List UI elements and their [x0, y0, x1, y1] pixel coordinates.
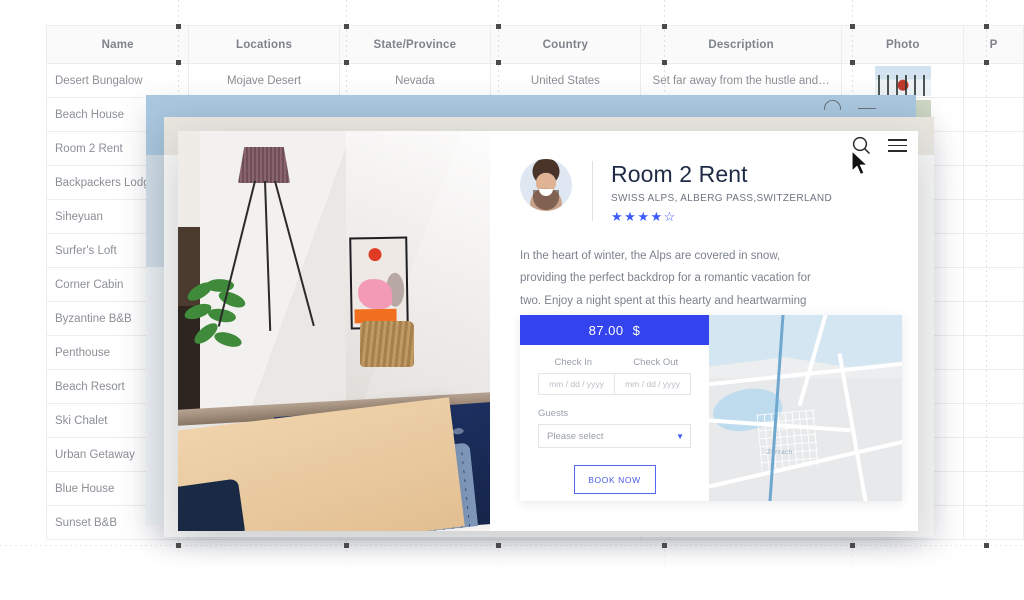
cell-partial: [963, 233, 1024, 268]
detail-panel: Room 2 Rent SWISS ALPS, ALBERG PASS,SWIT…: [490, 131, 918, 531]
cell-location: Mojave Desert: [188, 63, 340, 98]
winter-cabin-thumbnail[interactable]: [874, 65, 931, 96]
mouse-pointer-cursor: [850, 149, 870, 183]
column-header-partial[interactable]: P: [963, 25, 1024, 64]
column-header-state[interactable]: State/Province: [338, 25, 492, 64]
guide-handle[interactable]: [850, 60, 855, 65]
cell-partial: [963, 63, 1024, 98]
guide-handle[interactable]: [344, 24, 349, 29]
booking-form[interactable]: 87.00 $ Check In Check Out mm / dd / yyy…: [520, 315, 709, 501]
guide-handle[interactable]: [496, 60, 501, 65]
hamburger-menu-icon[interactable]: [888, 139, 907, 152]
column-header-name[interactable]: Name: [45, 25, 190, 64]
guests-label: Guests: [538, 408, 569, 419]
guide-handle[interactable]: [984, 60, 989, 65]
guide-handle[interactable]: [662, 60, 667, 65]
cell-partial: [963, 267, 1024, 302]
cell-partial: [963, 97, 1024, 132]
cell-partial: [963, 471, 1024, 506]
column-header-description[interactable]: Description: [639, 25, 843, 64]
table-header-row: Name Locations State/Province Country De…: [45, 25, 1024, 64]
guide-handle[interactable]: [344, 60, 349, 65]
cell-partial: [963, 131, 1024, 166]
hero-photo: [178, 131, 490, 531]
column-header-locations[interactable]: Locations: [188, 25, 340, 64]
cell-partial: [963, 335, 1024, 370]
wood-stump-stool: [360, 321, 414, 367]
cell-partial: [963, 301, 1024, 336]
guide-handle[interactable]: [662, 543, 667, 548]
star-3[interactable]: ★: [637, 209, 650, 224]
column-header-country[interactable]: Country: [490, 25, 641, 64]
guide-handle[interactable]: [176, 24, 181, 29]
cell-country: United States: [490, 63, 641, 98]
floor-lamp-shade: [238, 147, 290, 183]
canvas: Name Locations State/Province Country De…: [0, 0, 1024, 600]
map-place-label: Zurzach: [766, 448, 793, 456]
guide-horizontal[interactable]: [0, 545, 1024, 546]
column-header-photo[interactable]: Photo: [841, 25, 965, 64]
cell-description: Set far away from the hustle and…: [639, 63, 843, 98]
page-title: Room 2 Rent: [611, 161, 748, 187]
check-out-input[interactable]: mm / dd / yyyy: [615, 373, 691, 395]
check-out-label: Check Out: [633, 357, 679, 368]
guide-handle[interactable]: [176, 543, 181, 548]
cell-state: Nevada: [338, 63, 492, 98]
check-in-input[interactable]: mm / dd / yyyy: [538, 373, 615, 395]
cell-partial: [963, 165, 1024, 200]
star-4[interactable]: ★: [650, 209, 663, 224]
header-divider: [592, 161, 593, 221]
star-2[interactable]: ★: [624, 209, 637, 224]
guide-handle[interactable]: [850, 24, 855, 29]
guide-handle[interactable]: [850, 543, 855, 548]
cell-name: Desert Bungalow: [45, 63, 190, 98]
guests-select[interactable]: Please select ▼: [538, 424, 691, 448]
cell-photo: [841, 63, 965, 98]
rating-stars[interactable]: ★★★★☆: [611, 210, 888, 223]
booking-widget[interactable]: 87.00 $ Check In Check Out mm / dd / yyy…: [520, 315, 902, 501]
guide-handle[interactable]: [496, 543, 501, 548]
search-icon-ghost: [824, 100, 841, 110]
dark-chair: [178, 478, 246, 531]
avatar: [520, 159, 572, 211]
price-bar: 87.00 $: [520, 315, 709, 345]
location-map[interactable]: Zurzach: [709, 315, 902, 501]
currency-symbol: $: [632, 322, 641, 338]
star-1[interactable]: ★: [611, 209, 624, 224]
check-in-label: Check In: [554, 357, 593, 368]
cell-partial: [963, 403, 1024, 438]
plant-decor: [182, 277, 248, 389]
chevron-down-icon: ▼: [676, 431, 684, 441]
ghost-icons-duplicate: [824, 100, 876, 117]
cell-partial: [963, 437, 1024, 472]
guests-selected-value: Please select: [547, 430, 604, 442]
detail-header: Room 2 Rent SWISS ALPS, ALBERG PASS,SWIT…: [520, 159, 888, 223]
cell-partial: [963, 199, 1024, 234]
guide-handle[interactable]: [176, 60, 181, 65]
guide-handle[interactable]: [496, 24, 501, 29]
guide-handle[interactable]: [984, 24, 989, 29]
guide-handle[interactable]: [984, 543, 989, 548]
location-subtitle: SWISS ALPS, ALBERG PASS,SWITZERLAND: [611, 193, 833, 204]
cell-partial: [963, 369, 1024, 404]
guide-handle[interactable]: [662, 24, 667, 29]
guide-vertical[interactable]: [986, 0, 987, 600]
framed-artwork: [349, 236, 409, 330]
star-5[interactable]: ☆: [664, 209, 677, 224]
book-now-button[interactable]: BOOK NOW: [573, 465, 656, 494]
menu-icon-ghost: [858, 107, 876, 110]
price-value: 87.00: [588, 322, 624, 338]
guide-handle[interactable]: [344, 543, 349, 548]
property-detail-card[interactable]: Room 2 Rent SWISS ALPS, ALBERG PASS,SWIT…: [178, 131, 918, 531]
cell-partial: [963, 505, 1024, 540]
table-row[interactable]: Desert Bungalow Mojave Desert Nevada United…: [45, 63, 1024, 98]
